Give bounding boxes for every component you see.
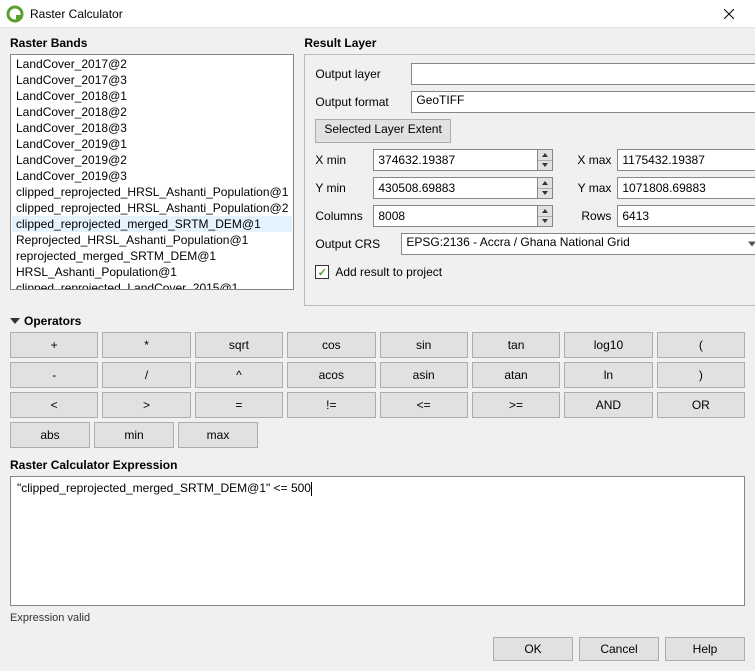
operator-button[interactable]: OR bbox=[657, 392, 745, 418]
add-result-checkbox[interactable]: ✓ bbox=[315, 265, 329, 279]
spin-down-icon[interactable] bbox=[538, 216, 552, 227]
output-crs-label: Output CRS bbox=[315, 237, 395, 251]
operator-button[interactable]: tan bbox=[472, 332, 560, 358]
operator-button[interactable]: atan bbox=[472, 362, 560, 388]
band-item[interactable]: clipped_reprojected_HRSL_Ashanti_Populat… bbox=[12, 184, 292, 200]
titlebar: Raster Calculator bbox=[0, 0, 755, 28]
help-button[interactable]: Help bbox=[665, 637, 745, 661]
ymin-input[interactable] bbox=[373, 177, 553, 199]
spin-down-icon[interactable] bbox=[538, 188, 552, 199]
cancel-button[interactable]: Cancel bbox=[579, 637, 659, 661]
raster-bands-label: Raster Bands bbox=[10, 36, 294, 50]
operator-button[interactable]: log10 bbox=[564, 332, 652, 358]
operator-button[interactable]: acos bbox=[287, 362, 375, 388]
band-item[interactable]: clipped_reprojected_HRSL_Ashanti_Populat… bbox=[12, 200, 292, 216]
spin-down-icon[interactable] bbox=[538, 160, 552, 171]
qgis-icon bbox=[6, 5, 24, 23]
ok-button[interactable]: OK bbox=[493, 637, 573, 661]
spin-up-icon[interactable] bbox=[538, 206, 552, 216]
operators-grid: +*sqrtcossintanlog10( -/^acosasinatanln) <… bbox=[10, 332, 745, 448]
band-item[interactable]: LandCover_2019@3 bbox=[12, 168, 292, 184]
rows-label: Rows bbox=[559, 209, 611, 223]
selected-layer-extent-button[interactable]: Selected Layer Extent bbox=[315, 119, 450, 143]
expression-text: "clipped_reprojected_merged_SRTM_DEM@1" … bbox=[17, 481, 311, 495]
operator-button[interactable]: * bbox=[102, 332, 190, 358]
xmax-label: X max bbox=[559, 153, 611, 167]
operator-button[interactable]: ^ bbox=[195, 362, 283, 388]
band-item[interactable]: LandCover_2019@2 bbox=[12, 152, 292, 168]
operator-button[interactable]: >= bbox=[472, 392, 560, 418]
result-layer-label: Result Layer bbox=[304, 36, 755, 50]
band-item[interactable]: reprojected_merged_SRTM_DEM@1 bbox=[12, 248, 292, 264]
operator-button[interactable]: min bbox=[94, 422, 174, 448]
band-item[interactable]: LandCover_2017@2 bbox=[12, 56, 292, 72]
ymax-input[interactable] bbox=[617, 177, 755, 199]
band-item[interactable]: clipped_reprojected_LandCover_2015@1 bbox=[12, 280, 292, 290]
operator-button[interactable]: <= bbox=[380, 392, 468, 418]
output-format-value: GeoTIFF bbox=[416, 93, 464, 107]
band-item[interactable]: Reprojected_HRSL_Ashanti_Population@1 bbox=[12, 232, 292, 248]
operator-button[interactable]: + bbox=[10, 332, 98, 358]
operator-button[interactable]: abs bbox=[10, 422, 90, 448]
operator-button[interactable]: < bbox=[10, 392, 98, 418]
band-item[interactable]: LandCover_2018@1 bbox=[12, 88, 292, 104]
text-cursor bbox=[311, 482, 312, 496]
spin-up-icon[interactable] bbox=[538, 178, 552, 188]
operator-button[interactable]: > bbox=[102, 392, 190, 418]
band-item[interactable]: clipped_reprojected_merged_SRTM_DEM@1 bbox=[12, 216, 292, 232]
result-layer-panel: Result Layer Output layer … Output forma… bbox=[304, 36, 755, 306]
raster-calculator-window: Raster Calculator Raster Bands LandCover… bbox=[0, 0, 755, 671]
operator-button[interactable]: ln bbox=[564, 362, 652, 388]
window-title: Raster Calculator bbox=[30, 7, 709, 21]
close-button[interactable] bbox=[709, 0, 749, 28]
operator-button[interactable]: sqrt bbox=[195, 332, 283, 358]
disclosure-icon bbox=[10, 318, 20, 324]
operators-header[interactable]: Operators bbox=[10, 314, 745, 328]
operator-button[interactable]: != bbox=[287, 392, 375, 418]
output-format-label: Output format bbox=[315, 95, 405, 109]
xmax-input[interactable] bbox=[617, 149, 755, 171]
expression-editor[interactable]: "clipped_reprojected_merged_SRTM_DEM@1" … bbox=[10, 476, 745, 606]
output-layer-label: Output layer bbox=[315, 67, 405, 81]
xmin-input[interactable] bbox=[373, 149, 553, 171]
columns-label: Columns bbox=[315, 209, 367, 223]
band-item[interactable]: LandCover_2017@3 bbox=[12, 72, 292, 88]
operator-button[interactable]: asin bbox=[380, 362, 468, 388]
add-result-label: Add result to project bbox=[335, 265, 442, 279]
operator-button[interactable]: max bbox=[178, 422, 258, 448]
spin-up-icon[interactable] bbox=[538, 150, 552, 160]
band-item[interactable]: HRSL_Ashanti_Population@1 bbox=[12, 264, 292, 280]
expression-status: Expression valid bbox=[10, 612, 745, 624]
band-item[interactable]: LandCover_2018@3 bbox=[12, 120, 292, 136]
output-layer-input[interactable] bbox=[411, 63, 755, 85]
operator-button[interactable]: = bbox=[195, 392, 283, 418]
operator-button[interactable]: AND bbox=[564, 392, 652, 418]
operator-button[interactable]: / bbox=[102, 362, 190, 388]
operator-button[interactable]: cos bbox=[287, 332, 375, 358]
band-item[interactable]: LandCover_2019@1 bbox=[12, 136, 292, 152]
rows-input[interactable] bbox=[617, 205, 755, 227]
operator-button[interactable]: sin bbox=[380, 332, 468, 358]
close-icon bbox=[724, 9, 734, 19]
dialog-button-row: OK Cancel Help bbox=[493, 637, 745, 661]
raster-bands-panel: Raster Bands LandCover_2017@2LandCover_2… bbox=[10, 36, 294, 306]
operator-button[interactable]: - bbox=[10, 362, 98, 388]
operators-label: Operators bbox=[24, 314, 81, 328]
raster-bands-list[interactable]: LandCover_2017@2LandCover_2017@3LandCove… bbox=[10, 54, 294, 290]
band-item[interactable]: LandCover_2018@2 bbox=[12, 104, 292, 120]
output-format-select[interactable]: GeoTIFF bbox=[411, 91, 755, 113]
ymin-label: Y min bbox=[315, 181, 367, 195]
output-crs-value: EPSG:2136 - Accra / Ghana National Grid bbox=[406, 235, 629, 249]
columns-input[interactable] bbox=[373, 205, 553, 227]
operator-button[interactable]: ( bbox=[657, 332, 745, 358]
output-crs-select[interactable]: EPSG:2136 - Accra / Ghana National Grid bbox=[401, 233, 755, 255]
expression-label: Raster Calculator Expression bbox=[10, 458, 745, 472]
chevron-down-icon bbox=[748, 242, 755, 247]
ymax-label: Y max bbox=[559, 181, 611, 195]
xmin-label: X min bbox=[315, 153, 367, 167]
operator-button[interactable]: ) bbox=[657, 362, 745, 388]
